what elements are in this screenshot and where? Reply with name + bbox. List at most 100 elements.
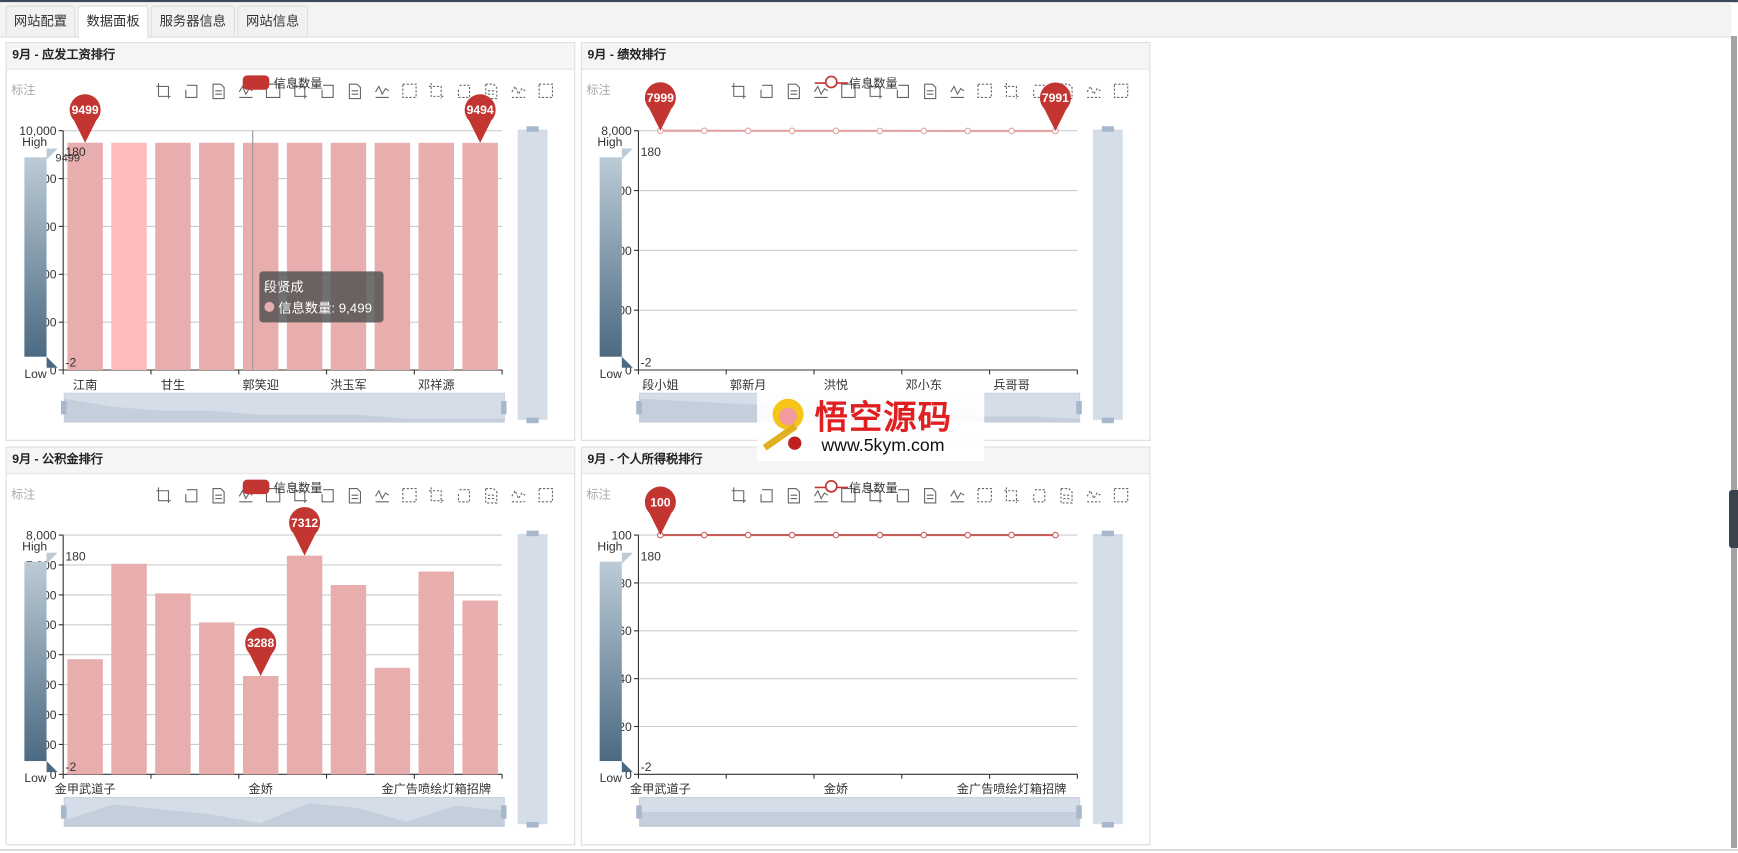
line-point[interactable] [876, 127, 884, 135]
data-view-icon[interactable] [787, 83, 800, 100]
legend-label[interactable]: 信息数量 [849, 480, 898, 495]
rect-select-icon[interactable] [977, 83, 992, 99]
legend-label[interactable]: 信息数量 [274, 76, 323, 91]
data-view-icon[interactable] [787, 487, 800, 504]
visualmap-bar[interactable] [24, 157, 47, 357]
bar[interactable] [418, 571, 455, 775]
zoom-reset-icon[interactable] [538, 83, 553, 99]
zoom-icon[interactable] [1086, 85, 1101, 99]
vertical-handle-bottom[interactable] [1101, 417, 1114, 424]
visualmap-handle-bottom[interactable] [46, 356, 58, 368]
mark-point-pin[interactable] [1039, 82, 1071, 131]
vertical-datazoom-slider[interactable] [1092, 129, 1123, 420]
undo-icon[interactable] [760, 489, 773, 503]
tab-site-info[interactable]: 网站信息 [237, 5, 309, 37]
legend-bar-swatch[interactable] [242, 75, 270, 90]
line-point[interactable] [744, 531, 752, 539]
clear-select-icon[interactable] [1060, 487, 1073, 504]
floating-widget[interactable] [1729, 490, 1738, 548]
datazoom-handle-right[interactable] [1076, 805, 1082, 819]
vertical-handle-bottom[interactable] [526, 417, 539, 424]
bar[interactable] [286, 142, 323, 371]
vertical-handle-bottom[interactable] [1101, 821, 1114, 828]
mark-point-pin[interactable] [644, 82, 676, 131]
zoom-icon[interactable] [511, 85, 526, 99]
mark-point-pin[interactable] [69, 94, 101, 143]
data-view-icon[interactable] [212, 487, 225, 504]
bar[interactable] [67, 659, 103, 775]
visualmap-handle-bottom[interactable] [46, 761, 58, 773]
visualmap-bar[interactable] [599, 157, 622, 357]
datazoom-handle-right[interactable] [1076, 401, 1082, 415]
bar[interactable] [111, 563, 147, 775]
vertical-datazoom-slider[interactable] [1092, 533, 1123, 825]
vertical-handle-top[interactable] [1101, 530, 1114, 537]
undo-icon[interactable] [760, 84, 773, 99]
datazoom-handle-right[interactable] [500, 805, 507, 819]
vertical-handle-top[interactable] [526, 530, 539, 537]
save-image-icon[interactable] [950, 489, 965, 503]
line-point[interactable] [964, 531, 971, 539]
crop-icon[interactable] [731, 487, 746, 503]
keep-select-icon[interactable] [457, 489, 471, 503]
restore-icon[interactable] [348, 487, 362, 504]
tiled-icon[interactable] [321, 84, 334, 99]
line-point[interactable] [700, 531, 708, 539]
line-chart-icon[interactable] [813, 85, 829, 99]
line-point[interactable] [744, 127, 752, 135]
tiled-icon[interactable] [896, 84, 909, 99]
polygon-select-icon[interactable] [1004, 487, 1019, 503]
undo-icon[interactable] [185, 84, 198, 99]
line-point[interactable] [788, 127, 796, 135]
bar[interactable] [199, 622, 235, 775]
bar[interactable] [199, 142, 235, 371]
bar[interactable] [242, 676, 279, 775]
polygon-select-icon[interactable] [1004, 83, 1019, 99]
vertical-handle-bottom[interactable] [526, 821, 539, 828]
bar[interactable] [155, 593, 191, 775]
page-scrollbar[interactable] [1731, 36, 1737, 848]
bar[interactable] [67, 142, 103, 371]
line-chart-icon[interactable] [813, 489, 829, 503]
tiled-icon[interactable] [321, 489, 334, 503]
vertical-handle-top[interactable] [526, 126, 539, 132]
datazoom-handle-left[interactable] [60, 401, 67, 415]
line-point[interactable] [700, 127, 708, 135]
legend-line-marker[interactable] [824, 75, 838, 89]
rect-select-icon[interactable] [402, 83, 417, 99]
bar[interactable] [155, 142, 191, 371]
polygon-select-icon[interactable] [428, 487, 444, 503]
rect-select-icon[interactable] [402, 487, 417, 503]
zoom-reset-icon[interactable] [1113, 83, 1129, 99]
crop-icon[interactable] [156, 83, 171, 99]
bar[interactable] [242, 142, 279, 371]
datazoom-handle-left[interactable] [636, 805, 642, 819]
visualmap-handle-top[interactable] [621, 552, 633, 564]
bar[interactable] [330, 142, 367, 371]
polygon-select-icon[interactable] [428, 83, 444, 99]
visualmap-bar[interactable] [599, 561, 622, 762]
save-image-icon[interactable] [375, 489, 390, 503]
crop-icon[interactable] [156, 487, 171, 503]
bar[interactable] [418, 142, 455, 371]
clear-select-icon[interactable] [485, 487, 498, 504]
restore-icon[interactable] [924, 487, 937, 504]
mark-point-pin[interactable] [644, 486, 676, 536]
line-point[interactable] [920, 127, 928, 135]
line-point[interactable] [832, 127, 840, 135]
bar[interactable] [374, 667, 411, 775]
legend-label[interactable]: 信息数量 [849, 76, 898, 91]
save-image-icon[interactable] [375, 85, 390, 99]
line-point[interactable] [920, 531, 928, 539]
visualmap-bar[interactable] [24, 561, 47, 762]
mark-point-pin[interactable] [245, 627, 277, 677]
vertical-datazoom-slider[interactable] [517, 533, 548, 825]
bar[interactable] [374, 142, 411, 371]
line-point[interactable] [1008, 531, 1015, 539]
keep-select-icon[interactable] [457, 84, 471, 99]
save-image-icon[interactable] [950, 85, 965, 99]
datazoom-handle-right[interactable] [500, 401, 507, 415]
restore-icon[interactable] [924, 83, 937, 100]
bar[interactable] [111, 142, 147, 371]
legend-label[interactable]: 信息数量 [274, 480, 323, 495]
